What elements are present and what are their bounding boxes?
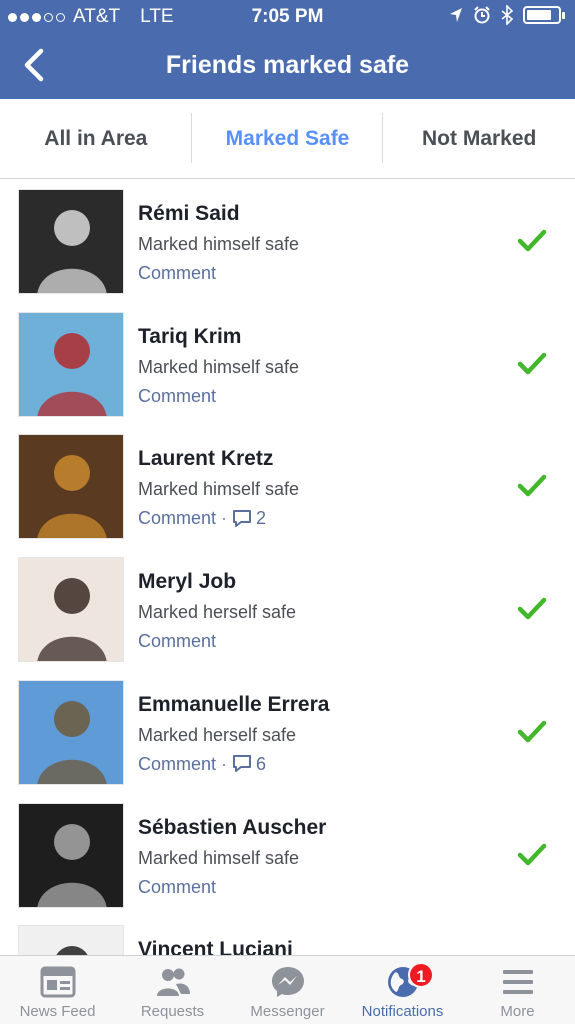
- tab-all-in-area[interactable]: All in Area: [0, 99, 192, 178]
- friends-list: Rémi Said Marked himself safe Comment Tariq…: [0, 180, 575, 955]
- friend-row[interactable]: Rémi Said Marked himself safe Comment: [0, 180, 575, 303]
- safe-check-icon: [517, 597, 547, 620]
- friend-row[interactable]: Emmanuelle Errera Marked herself safe Comm…: [0, 671, 575, 794]
- avatar-photo: [19, 803, 123, 907]
- tab-label: Marked Safe: [225, 126, 350, 150]
- nav-header: AT&T LTE 7:05 PM Friends marked safe: [0, 0, 575, 99]
- tab-label: Not Marked: [422, 126, 537, 150]
- comment-line: Comment: [138, 386, 216, 407]
- tabbar-label: Requests: [140, 1003, 205, 1020]
- tabbar-label: More: [500, 1003, 535, 1020]
- comment-link[interactable]: Comment: [138, 877, 216, 898]
- status-right: [449, 5, 565, 25]
- safety-status: Marked himself safe: [138, 479, 300, 500]
- avatar-photo: [19, 312, 123, 416]
- comment-count[interactable]: 2: [256, 508, 266, 529]
- friend-name[interactable]: Tariq Krim: [138, 325, 241, 349]
- avatar-photo: [19, 190, 123, 293]
- menu-icon: [502, 970, 533, 994]
- comment-bubble-icon[interactable]: [232, 754, 252, 774]
- bluetooth-icon: [501, 5, 513, 25]
- friend-name[interactable]: Rémi Said: [138, 202, 240, 226]
- friend-name[interactable]: Sébastien Auscher: [138, 816, 326, 840]
- comment-line: Comment: [138, 877, 216, 898]
- avatar[interactable]: [18, 557, 124, 663]
- comment-line: Comment: [138, 631, 216, 652]
- status-bar: AT&T LTE 7:05 PM: [0, 0, 575, 34]
- friend-name[interactable]: Emmanuelle Errera: [138, 693, 329, 717]
- messenger-icon: [271, 967, 304, 997]
- notification-badge: 1: [408, 962, 434, 988]
- avatar[interactable]: [18, 311, 124, 417]
- comment-link[interactable]: Comment: [138, 508, 216, 529]
- friend-row[interactable]: Laurent Kretz Marked himself safe Comment ·…: [0, 425, 575, 548]
- news-feed-icon: [40, 966, 75, 998]
- friend-row[interactable]: Vincent Luciani: [0, 916, 575, 955]
- tabbar-more[interactable]: More: [460, 956, 575, 1024]
- safety-status: Marked himself safe: [138, 234, 300, 254]
- avatar[interactable]: [18, 679, 124, 785]
- avatar[interactable]: [18, 189, 124, 294]
- location-arrow-icon: [450, 8, 462, 22]
- tabbar-messenger[interactable]: Messenger: [230, 956, 345, 1024]
- comment-line: Comment · 6: [138, 754, 266, 775]
- comment-link[interactable]: Comment: [138, 631, 216, 652]
- safe-check-icon: [517, 843, 547, 865]
- comment-link[interactable]: Comment: [138, 263, 216, 284]
- avatar-photo: [19, 435, 123, 539]
- tabbar-label: Notifications: [361, 1003, 444, 1020]
- safety-status: Marked himself safe: [138, 356, 300, 377]
- tabbar-notifications[interactable]: Notifications 1: [345, 956, 460, 1024]
- avatar-photo: [19, 926, 123, 955]
- safe-check-icon: [517, 720, 547, 743]
- comment-line: Comment: [138, 263, 216, 284]
- comment-bubble-icon[interactable]: [232, 509, 252, 529]
- alarm-clock-icon: [474, 6, 490, 24]
- tab-not-marked[interactable]: Not Marked: [383, 99, 575, 178]
- avatar[interactable]: [18, 802, 124, 908]
- comment-link[interactable]: Comment: [138, 386, 216, 407]
- friend-row[interactable]: Sébastien Auscher Marked himself safe Comm…: [0, 794, 575, 917]
- safe-check-icon: [517, 229, 547, 252]
- friend-name[interactable]: Vincent Luciani: [138, 938, 293, 955]
- tabbar-news-feed[interactable]: News Feed: [0, 956, 115, 1024]
- avatar-photo: [19, 680, 123, 784]
- bottom-tab-bar: News Feed Requests Messenger Notificatio…: [0, 955, 575, 1024]
- tabbar-label: Messenger: [250, 1003, 325, 1020]
- friend-row[interactable]: Tariq Krim Marked himself safe Comment: [0, 303, 575, 426]
- friend-row[interactable]: Meryl Job Marked herself safe Comment: [0, 548, 575, 671]
- avatar[interactable]: [18, 434, 124, 540]
- friend-name[interactable]: Meryl Job: [138, 570, 236, 594]
- friend-requests-icon: [156, 968, 190, 996]
- tab-label: All in Area: [44, 126, 148, 150]
- comment-link[interactable]: Comment: [138, 754, 216, 775]
- comment-line: Comment · 2: [138, 508, 266, 529]
- safe-check-icon: [517, 352, 547, 374]
- friend-name[interactable]: Laurent Kretz: [138, 447, 273, 471]
- tab-marked-safe[interactable]: Marked Safe: [192, 99, 384, 178]
- safety-status: Marked himself safe: [138, 847, 300, 868]
- safety-status: Marked herself safe: [138, 602, 297, 623]
- comment-count[interactable]: 6: [256, 754, 266, 775]
- safety-status: Marked herself safe: [138, 724, 297, 745]
- separator-dot: ·: [221, 508, 228, 529]
- separator-dot: ·: [221, 753, 228, 774]
- avatar[interactable]: [18, 925, 124, 955]
- avatar-photo: [19, 558, 123, 662]
- tabbar-requests[interactable]: Requests: [115, 956, 230, 1024]
- battery-icon: [523, 6, 565, 24]
- page-title: Friends marked safe: [165, 51, 410, 79]
- safe-check-icon: [517, 475, 547, 497]
- filter-tabs: All in Area Marked Safe Not Marked: [0, 99, 575, 179]
- tabbar-label: News Feed: [19, 1003, 96, 1020]
